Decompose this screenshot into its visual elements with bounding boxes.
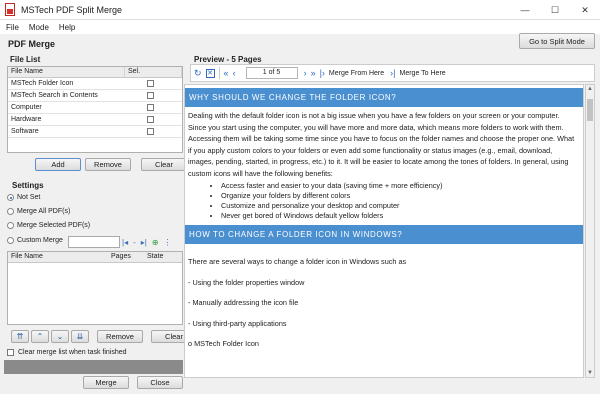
close-window-button[interactable]: ✕ (570, 0, 600, 20)
select-checkbox[interactable] (147, 104, 154, 111)
radio-button[interactable] (7, 208, 14, 215)
clear-list-checkbox[interactable] (7, 349, 14, 356)
radio-merge-all[interactable]: Merge All PDF(s) (7, 208, 70, 215)
list-item: Never get bored of Windows default yello… (221, 211, 583, 221)
go-to-split-mode-button[interactable]: Go to Split Mode (519, 33, 595, 49)
last-page-icon[interactable]: ▸| (141, 238, 147, 247)
file-name: Computer (11, 104, 42, 111)
document-heading: HOW TO CHANGE A FOLDER ICON IN WINDOWS? (185, 225, 583, 244)
radio-custom-merge[interactable]: Custom Merge (7, 237, 63, 244)
move-bottom-icon[interactable]: ⇊ (71, 330, 89, 343)
move-up-icon[interactable]: ⌃ (31, 330, 49, 343)
table-row[interactable]: MSTech Folder Icon (8, 78, 182, 90)
column-header-state[interactable]: State (144, 252, 182, 262)
column-header-file-name[interactable]: File Name (8, 252, 108, 262)
menu-bar: File Mode Help (0, 20, 600, 34)
first-page-icon[interactable]: « (224, 68, 229, 78)
list-item: Organize your folders by different color… (221, 191, 583, 201)
menu-mode[interactable]: Mode (29, 23, 49, 32)
refresh-icon[interactable]: ↻ (194, 68, 202, 79)
next-page-icon[interactable]: › (304, 68, 307, 78)
first-page-icon[interactable]: |◂ (122, 238, 128, 247)
file-name: Hardware (11, 116, 42, 123)
benefits-list: Access faster and easier to your data (s… (221, 179, 583, 221)
merge-from-here-button[interactable]: Merge From Here (329, 70, 384, 77)
radio-label: Custom Merge (17, 237, 63, 244)
select-checkbox[interactable] (147, 80, 154, 87)
page-counter[interactable]: 1 of 5 (245, 67, 298, 79)
radio-label: Not Set (17, 194, 41, 201)
move-down-icon[interactable]: ⌄ (51, 330, 69, 343)
maximize-button[interactable]: ☐ (540, 0, 570, 20)
merge-list-table[interactable]: File Name Pages State (7, 251, 183, 325)
progress-bar (4, 360, 183, 374)
merge-button[interactable]: Merge (83, 376, 129, 389)
scroll-down-icon[interactable]: ▼ (587, 370, 593, 376)
merge-to-here-icon[interactable]: ›| (390, 68, 395, 78)
preview-label: Preview - 5 Pages (194, 55, 262, 64)
radio-merge-selected[interactable]: Merge Selected PDF(s) (7, 222, 90, 229)
list-item: Access faster and easier to your data (s… (221, 181, 583, 191)
select-checkbox[interactable] (147, 92, 154, 99)
document-preview[interactable]: WHY SHOULD WE CHANGE THE FOLDER ICON? De… (184, 84, 584, 378)
document-line: o MSTech Folder Icon (188, 339, 259, 348)
remove-merge-button[interactable]: Remove (97, 330, 143, 343)
add-file-button[interactable]: Add (35, 158, 81, 171)
table-row[interactable]: MSTech Search in Contents (8, 90, 182, 102)
radio-button[interactable] (7, 194, 14, 201)
column-header-file-name[interactable]: File Name (8, 67, 125, 77)
radio-button[interactable] (7, 237, 14, 244)
file-list-table[interactable]: File Name Sel. MSTech Folder Icon MSTech… (7, 66, 183, 153)
document-heading: WHY SHOULD WE CHANGE THE FOLDER ICON? (185, 88, 583, 107)
file-name: Software (11, 128, 39, 135)
preview-toolbar: ↻ ✕ « ‹ 1 of 5 › » |› Merge From Here ›|… (190, 64, 595, 82)
file-name: MSTech Folder Icon (11, 80, 74, 87)
remove-file-button[interactable]: Remove (85, 158, 131, 171)
clear-list-label: Clear merge list when task finished (18, 349, 127, 356)
list-item: Customize and personalize your desktop a… (221, 201, 583, 211)
custom-range-input[interactable] (68, 236, 120, 248)
radio-button[interactable] (7, 222, 14, 229)
document-line: - Using the folder properties window (188, 278, 305, 287)
page-title: PDF Merge (8, 39, 56, 49)
select-checkbox[interactable] (147, 128, 154, 135)
select-checkbox[interactable] (147, 116, 154, 123)
menu-help[interactable]: Help (59, 23, 75, 32)
close-preview-icon[interactable]: ✕ (205, 68, 215, 78)
close-button[interactable]: Close (137, 376, 183, 389)
file-name: MSTech Search in Contents (11, 92, 98, 99)
merge-from-here-icon[interactable]: |› (320, 68, 325, 78)
settings-label: Settings (12, 181, 44, 190)
pdf-app-icon (4, 3, 16, 16)
previous-page-icon[interactable]: ‹ (233, 68, 236, 78)
radio-label: Merge All PDF(s) (17, 208, 71, 215)
range-options-icon[interactable]: ⋮ (164, 238, 172, 247)
table-row[interactable]: Software (8, 126, 182, 138)
document-line: - Manually addressing the icon file (188, 298, 299, 307)
preview-scrollbar[interactable]: ▲ ▼ (585, 84, 595, 378)
file-list-label: File List (10, 55, 41, 64)
clear-files-button[interactable]: Clear (141, 158, 187, 171)
column-header-pages[interactable]: Pages (108, 252, 144, 262)
table-row[interactable]: Hardware (8, 114, 182, 126)
scroll-up-icon[interactable]: ▲ (587, 86, 593, 92)
minimize-button[interactable]: — (510, 0, 540, 20)
title-bar: MSTech PDF Split Merge — ☐ ✕ (0, 0, 600, 20)
window-title: MSTech PDF Split Merge (21, 4, 123, 15)
table-row[interactable]: Computer (8, 102, 182, 114)
add-range-icon[interactable]: ⊕ (152, 238, 159, 247)
document-paragraph: There are several ways to change a folde… (188, 257, 407, 266)
merge-to-here-button[interactable]: Merge To Here (400, 70, 446, 77)
document-line: - Using third-party applications (188, 319, 287, 328)
radio-not-set[interactable]: Not Set (7, 194, 40, 201)
dash-icon: - (133, 237, 136, 247)
scroll-thumb[interactable] (587, 99, 593, 121)
last-page-icon[interactable]: » (311, 68, 316, 78)
clear-list-option[interactable]: Clear merge list when task finished (7, 349, 127, 356)
document-paragraph: Dealing with the default folder icon is … (188, 111, 575, 178)
radio-label: Merge Selected PDF(s) (17, 222, 91, 229)
menu-file[interactable]: File (6, 23, 19, 32)
move-top-icon[interactable]: ⇈ (11, 330, 29, 343)
column-header-sel[interactable]: Sel. (125, 67, 182, 77)
